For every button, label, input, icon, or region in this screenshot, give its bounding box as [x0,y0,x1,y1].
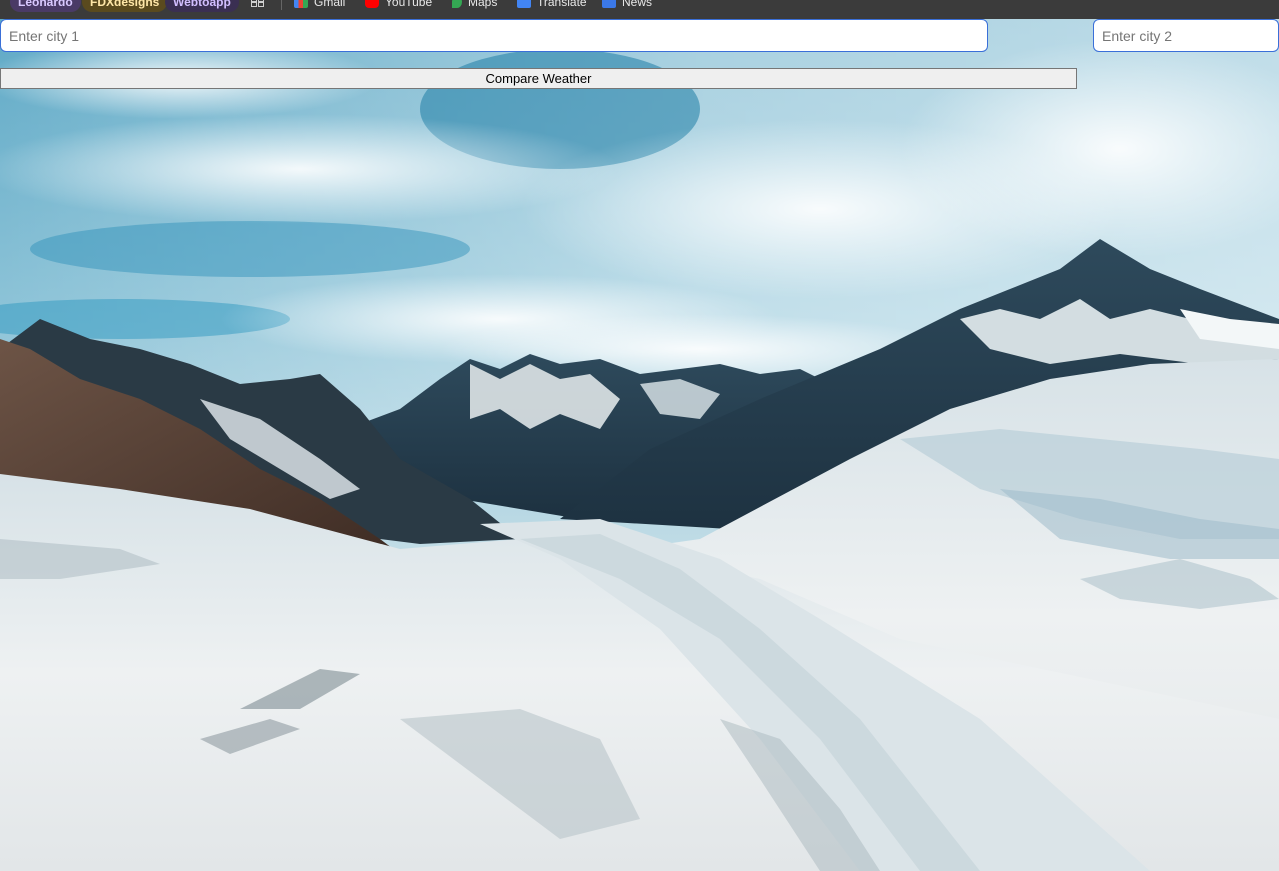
news-icon [602,0,616,8]
bookmark-label: Gmail [314,0,346,9]
bookmark-gmail[interactable]: Gmail [294,0,345,13]
apps-grid-icon[interactable] [251,0,264,7]
compare-weather-button[interactable]: Compare Weather [0,68,1077,89]
bookmark-label: Webtoapp [165,0,239,12]
bookmark-label: Maps [468,0,498,9]
bookmark-leonardo[interactable]: Leonardo [10,0,81,13]
bookmark-youtube[interactable]: YouTube [365,0,432,13]
bookmark-label: YouTube [385,0,433,9]
bookmarks-bar: Leonardo FDXdesigns Webtoapp Gmail YouTu… [0,0,1279,19]
city2-input[interactable] [1093,19,1279,52]
bookmark-maps[interactable]: Maps [452,0,497,13]
bookmark-translate[interactable]: Translate [517,0,587,13]
city1-input[interactable] [0,19,988,52]
background-mountain-image [0,19,1279,871]
bookmark-label: FDXdesigns [82,0,168,12]
bookmark-label: News [622,0,653,9]
bookmarks-separator [281,0,282,10]
bookmark-label: Translate [537,0,587,9]
gmail-icon [294,0,308,8]
bookmark-webtoapp[interactable]: Webtoapp [165,0,239,13]
bookmark-news[interactable]: News [602,0,652,13]
maps-icon [452,0,462,8]
bookmark-label: Leonardo [10,0,81,12]
bookmark-fdxdesigns[interactable]: FDXdesigns [82,0,168,13]
translate-icon [517,0,531,8]
youtube-icon [365,0,379,8]
